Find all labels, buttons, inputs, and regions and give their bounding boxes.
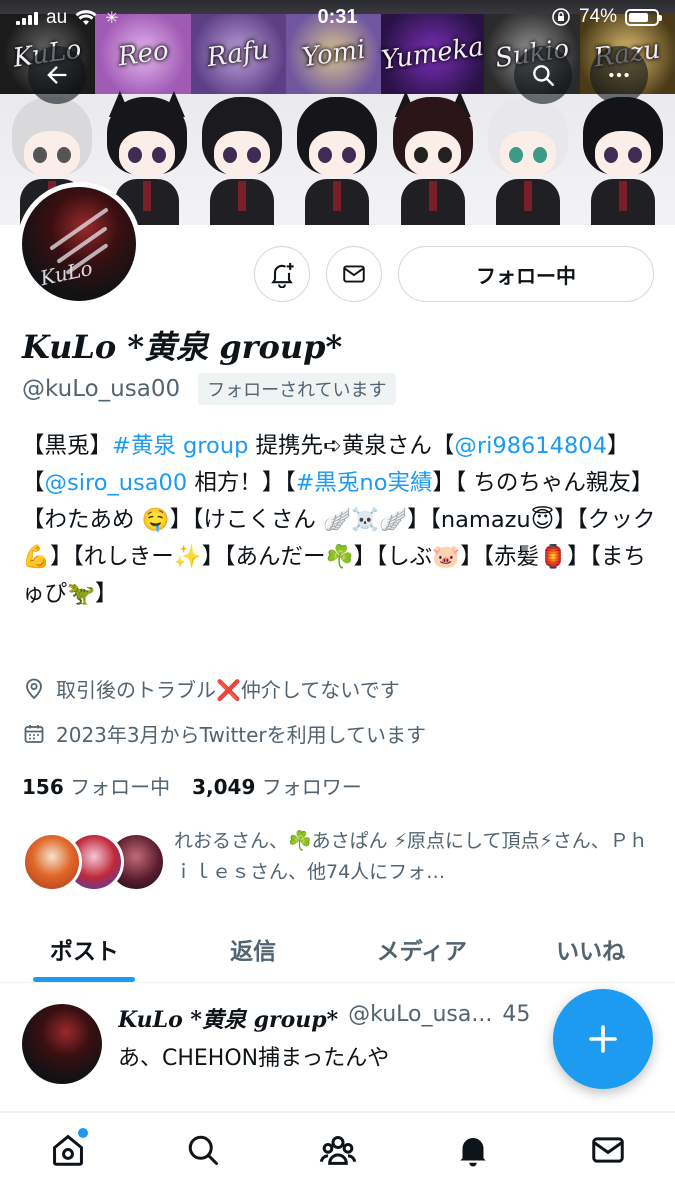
- nav-explore[interactable]: [173, 1120, 233, 1180]
- profile-joined: 2023年3月からTwitterを利用しています: [22, 719, 426, 748]
- banner-name: Yumeka: [379, 31, 486, 77]
- communities-icon: [319, 1135, 356, 1165]
- bio-text: 提携先➪黄泉さん【: [248, 433, 455, 459]
- banner-name: Rafu: [205, 34, 272, 74]
- bio-text: 相方！】【: [187, 470, 296, 496]
- followers-link[interactable]: 3,049 フォロワー: [192, 771, 362, 800]
- back-arrow-icon: [47, 66, 67, 84]
- post-author-name: KuLo *黄泉 group*: [118, 1007, 339, 1033]
- nav-communities[interactable]: [308, 1120, 368, 1180]
- following-link[interactable]: 156 フォロー中: [22, 771, 170, 800]
- following-button[interactable]: フォロー中: [398, 246, 654, 302]
- avatar-logo-text: KuLo: [38, 255, 95, 291]
- banner-name: Yomi: [300, 34, 368, 74]
- profile-avatar[interactable]: KuLo: [17, 182, 141, 306]
- hashtag-link[interactable]: #黄泉 group: [112, 433, 248, 459]
- search-button[interactable]: [514, 46, 572, 104]
- post-header: KuLo *黄泉 group* @kuLo_usa... 45: [118, 1002, 598, 1034]
- battery-percent: 74%: [578, 6, 617, 27]
- chibi-character: [482, 97, 574, 225]
- followed-by[interactable]: れおるさん、☘️あさぱん ⚡原点にして頂点⚡さん、Ｐｈｉｌｅｓさん、他74人にフ…: [22, 826, 657, 892]
- tab-likes[interactable]: いいね: [506, 915, 675, 982]
- message-button[interactable]: [326, 246, 382, 302]
- calendar-icon: [24, 724, 44, 743]
- followed-by-text: れおるさん、☘️あさぱん ⚡原点にして頂点⚡さん、Ｐｈｉｌｅｓさん、他74人にフ…: [174, 830, 648, 883]
- post-avatar[interactable]: [22, 1004, 102, 1084]
- post-time: 45: [502, 1002, 531, 1027]
- search-icon: [533, 65, 554, 86]
- compose-plus-icon: [589, 1025, 617, 1053]
- more-button[interactable]: [590, 46, 648, 104]
- nav-home[interactable]: [38, 1120, 98, 1180]
- joined-text: 2023年3月からTwitterを利用しています: [56, 723, 427, 747]
- follows-you-badge: フォローされています: [198, 373, 396, 405]
- post-author-handle: @kuLo_usa...: [348, 1002, 493, 1027]
- notify-button[interactable]: [254, 246, 310, 302]
- chibi-character: [291, 97, 383, 225]
- tab-replies[interactable]: 返信: [169, 915, 338, 982]
- mail-icon: [343, 265, 365, 283]
- profile-handle: @kuLo_usa00: [22, 376, 181, 402]
- follow-stats: 156 フォロー中 3,049 フォロワー: [22, 771, 362, 800]
- followers-count: 3,049: [192, 775, 256, 799]
- hashtag-link[interactable]: #黒兎no実績: [296, 470, 433, 496]
- following-count: 156: [22, 775, 64, 799]
- follower-avatar: [22, 832, 82, 892]
- profile-bio: 【黒兎】#黄泉 group 提携先➪黄泉さん【@ri98614804】【@sir…: [22, 428, 657, 613]
- back-button[interactable]: [28, 46, 86, 104]
- display-name: KuLo *黄泉 group*: [22, 328, 343, 366]
- profile-tabs: ポスト 返信 メディア いいね: [0, 915, 675, 983]
- more-icon: [609, 72, 629, 78]
- new-content-dot: [77, 1127, 88, 1138]
- orientation-lock-icon: [552, 8, 570, 26]
- mention-link[interactable]: @siro_usa00: [45, 470, 188, 496]
- bottom-navigation: [0, 1112, 675, 1200]
- explore-search-icon: [188, 1135, 218, 1165]
- tab-media[interactable]: メディア: [338, 915, 507, 982]
- nav-notifications[interactable]: [443, 1120, 503, 1180]
- profile-location: 取引後のトラブル❌仲介してないです: [22, 674, 400, 703]
- compose-button[interactable]: [553, 989, 653, 1089]
- notification-bell-plus-icon: [271, 262, 294, 288]
- nav-messages[interactable]: [578, 1120, 638, 1180]
- location-icon: [26, 678, 42, 699]
- location-text: 取引後のトラブル❌仲介してないです: [56, 678, 400, 702]
- handle-row: @kuLo_usa00 フォローされています: [22, 373, 396, 405]
- chibi-character: [196, 97, 288, 225]
- battery-fill: [629, 12, 649, 22]
- banner-name: Reo: [115, 35, 171, 73]
- status-bar: au ✳ 0:31 74%: [0, 0, 675, 36]
- bio-text: 【黒兎】: [22, 433, 113, 459]
- following-label: フォロー中: [70, 775, 171, 799]
- notifications-icon: [459, 1137, 486, 1166]
- chibi-character: [387, 91, 479, 225]
- chibi-character: [577, 97, 669, 225]
- post-text: あ、CHEHON捕まったんや: [118, 1046, 390, 1071]
- followers-label: フォロワー: [261, 775, 362, 799]
- battery-icon: [625, 8, 662, 26]
- tab-posts[interactable]: ポスト: [0, 915, 169, 982]
- mention-link[interactable]: @ri98614804: [454, 433, 607, 459]
- status-right: 74%: [551, 6, 662, 28]
- messages-icon: [591, 1136, 624, 1163]
